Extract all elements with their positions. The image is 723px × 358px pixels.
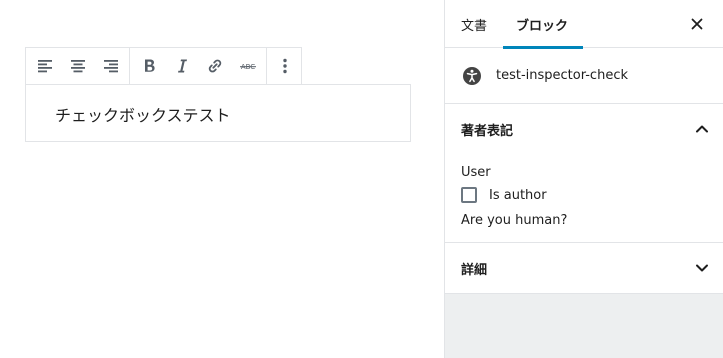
more-options-button[interactable] (269, 48, 301, 84)
close-icon (691, 18, 703, 30)
link-button[interactable] (198, 48, 231, 84)
italic-icon (177, 59, 187, 73)
is-author-checkbox[interactable] (461, 187, 477, 203)
format-group: ABC (130, 48, 267, 84)
editor-canvas: ABC チェックボックステスト (0, 0, 444, 358)
panel-advanced-title: 詳細 (461, 262, 488, 278)
panel-author-body: User Is author Are you human? (445, 162, 723, 242)
panel-author: 著者表記 User Is author Are you human? (445, 104, 723, 243)
block-type-icon (462, 66, 482, 86)
settings-sidebar: 文書 ブロック test-inspector-check 著者表記 User I… (444, 0, 723, 358)
chevron-up-icon (696, 125, 708, 133)
tab-document[interactable]: 文書 (445, 0, 503, 48)
is-author-row: Is author (461, 184, 707, 206)
strikethrough-icon: ABC (239, 63, 256, 71)
italic-button[interactable] (165, 48, 198, 84)
user-field-help: Are you human? (461, 212, 568, 228)
align-left-button[interactable] (28, 48, 61, 84)
strikethrough-button[interactable]: ABC (231, 48, 264, 84)
link-icon (208, 59, 221, 73)
panel-advanced-toggle[interactable]: 詳細 (445, 243, 723, 293)
block-toolbar: ABC (25, 47, 302, 85)
block-card-title: test-inspector-check (496, 68, 628, 83)
more-group (267, 48, 303, 84)
align-left-icon (37, 60, 52, 73)
user-field-label: User (461, 164, 491, 180)
paragraph-block[interactable]: チェックボックステスト (25, 84, 411, 142)
close-sidebar-button[interactable] (687, 14, 707, 34)
align-center-button[interactable] (61, 48, 94, 84)
alignment-group (26, 48, 130, 84)
bold-button[interactable] (132, 48, 165, 84)
accessibility-icon (463, 66, 481, 85)
sidebar-content: 文書 ブロック test-inspector-check 著者表記 User I… (445, 0, 723, 294)
align-right-icon (103, 60, 118, 73)
align-right-button[interactable] (94, 48, 127, 84)
is-author-label[interactable]: Is author (489, 188, 547, 203)
chevron-down-icon (696, 264, 708, 272)
panel-author-toggle[interactable]: 著者表記 (445, 104, 723, 154)
tab-block[interactable]: ブロック (503, 0, 583, 49)
block-card: test-inspector-check (445, 48, 723, 104)
more-options-icon (283, 58, 287, 74)
sidebar-tabs: 文書 ブロック (445, 0, 723, 49)
bold-icon (144, 59, 155, 72)
block-content[interactable]: チェックボックステスト (55, 106, 231, 125)
align-center-icon (70, 60, 85, 73)
panel-advanced: 詳細 (445, 243, 723, 294)
panel-author-title: 著者表記 (461, 123, 514, 139)
